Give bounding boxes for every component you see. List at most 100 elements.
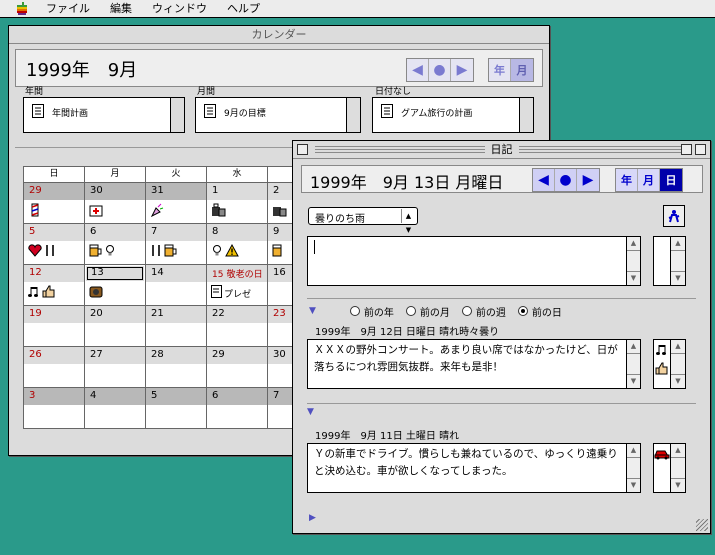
radio-prev-day[interactable]: 前の日	[517, 304, 562, 319]
scroll-up-icon[interactable]: ▲	[671, 444, 685, 458]
today-icon-scrollbar[interactable]: ▲ ▼	[670, 236, 686, 286]
day-cell[interactable]: 13	[85, 265, 146, 306]
day-cell[interactable]: 27	[85, 347, 146, 388]
radio-dot	[405, 306, 416, 316]
month-view-button[interactable]: 月	[511, 59, 533, 81]
zoom-box-icon[interactable]	[681, 144, 692, 155]
annual-plan-scrollbar[interactable]	[170, 98, 184, 132]
annual-plan-item[interactable]: 年間計画	[52, 106, 88, 119]
day-number: 5	[24, 224, 84, 241]
radio-prev-month[interactable]: 前の月	[405, 304, 450, 319]
day-cell[interactable]: 14	[146, 265, 207, 306]
menu-help[interactable]: ヘルプ	[217, 0, 270, 17]
menu-edit[interactable]: 編集	[100, 0, 142, 17]
today-entry-input[interactable]	[307, 236, 627, 286]
scroll-down-icon[interactable]: ▼	[671, 478, 685, 492]
disclosure-triangle-icon[interactable]: ▼	[309, 306, 316, 316]
day-number: 27	[85, 347, 145, 364]
weekday-label: 日	[24, 167, 85, 183]
menu-file[interactable]: ファイル	[36, 0, 100, 17]
monthly-plan-item[interactable]: 9月の目標	[224, 106, 266, 119]
day-cell[interactable]: 7	[146, 224, 207, 265]
prev-entry-2-icons[interactable]	[653, 443, 671, 493]
day-cell[interactable]: 4	[85, 388, 146, 429]
current-day-button[interactable]: ●	[555, 169, 577, 191]
menu-bar: ファイル 編集 ウィンドウ ヘルプ	[0, 0, 715, 18]
scroll-down-icon[interactable]: ▼	[671, 374, 685, 388]
scroll-up-icon[interactable]: ▲	[671, 237, 685, 251]
day-cell[interactable]: 20	[85, 306, 146, 347]
prev-entry-2-text[interactable]: Ｙの新車でドライブ。慣らしも兼ねているので、ゆっくり遠乗りと決め込む。車が欲しく…	[307, 443, 627, 493]
prev-entry-1-scrollbar[interactable]: ▲ ▼	[626, 339, 641, 389]
day-cell[interactable]: 1	[207, 183, 268, 224]
prev-month-button[interactable]: ◀	[407, 59, 429, 81]
disclosure-triangle-icon[interactable]: ▼	[307, 407, 314, 417]
day-cell[interactable]: 22	[207, 306, 268, 347]
undated-plan-item[interactable]: グアム旅行の計画	[401, 106, 472, 119]
prev-entry-1-icons[interactable]	[653, 339, 671, 389]
day-cell[interactable]: 15 敬老の日 プレゼ	[207, 265, 268, 306]
day-cell[interactable]: 19	[24, 306, 85, 347]
today-entry-scrollbar[interactable]: ▲ ▼	[626, 236, 641, 286]
day-cell[interactable]: 30	[85, 183, 146, 224]
document-icon	[381, 104, 393, 121]
scroll-down-icon[interactable]: ▼	[627, 478, 640, 492]
day-view-button[interactable]: 日	[660, 169, 682, 191]
day-cell[interactable]: 26	[24, 347, 85, 388]
day-number: 15 敬老の日	[207, 265, 267, 282]
scroll-up-icon[interactable]: ▲	[627, 237, 640, 251]
year-view-button[interactable]: 年	[616, 169, 638, 191]
resize-grip-icon[interactable]	[696, 519, 708, 531]
prev-entry-1-text[interactable]: ＸＸＸの野外コンサート。あまり良い席ではなかったけど、日が落ちるにつれ雰囲気抜群…	[307, 339, 627, 389]
day-cell[interactable]: 6	[85, 224, 146, 265]
music-note-icon	[656, 343, 668, 359]
collapse-box-icon[interactable]	[695, 144, 706, 155]
person-icon[interactable]	[663, 205, 685, 227]
month-view-button[interactable]: 月	[638, 169, 660, 191]
calendar-titlebar[interactable]: カレンダー	[9, 26, 549, 44]
day-cell[interactable]: 21	[146, 306, 207, 347]
day-cell[interactable]: 3	[24, 388, 85, 429]
scroll-down-icon[interactable]: ▼	[627, 374, 640, 388]
annual-plan-box[interactable]: 年間計画	[23, 97, 185, 133]
day-cell[interactable]: 8	[207, 224, 268, 265]
current-month-button[interactable]: ●	[429, 59, 451, 81]
scroll-down-icon[interactable]: ▼	[627, 271, 640, 285]
radio-prev-year[interactable]: 前の年	[349, 304, 394, 319]
day-cell[interactable]: 6	[207, 388, 268, 429]
diary-titlebar[interactable]: 日記	[293, 141, 710, 159]
day-cell[interactable]: 29	[207, 347, 268, 388]
weather-select[interactable]: 曇りのち雨 ▲ ▼	[308, 207, 418, 234]
calendar-header: 1999年 9月 ◀ ● ▶ 年 月	[15, 49, 543, 87]
undated-plan-box[interactable]: グアム旅行の計画	[372, 97, 534, 133]
day-cell[interactable]: 28	[146, 347, 207, 388]
text-cursor	[314, 240, 315, 254]
day-cell[interactable]: 12	[24, 265, 85, 306]
prev-entry-2-icon-scrollbar[interactable]: ▲ ▼	[670, 443, 686, 493]
scroll-up-icon[interactable]: ▲	[627, 444, 640, 458]
menu-window[interactable]: ウィンドウ	[142, 0, 217, 17]
radio-prev-week[interactable]: 前の週	[461, 304, 506, 319]
day-cell[interactable]: 5	[24, 224, 85, 265]
year-view-button[interactable]: 年	[489, 59, 511, 81]
day-cell[interactable]: 31	[146, 183, 207, 224]
close-box-icon[interactable]	[297, 144, 308, 155]
next-day-button[interactable]: ▶	[577, 169, 599, 191]
prev-entry-1-icon-scrollbar[interactable]: ▲ ▼	[670, 339, 686, 389]
collapsed-triangle-icon[interactable]: ▶	[309, 513, 316, 523]
scroll-up-icon[interactable]: ▲	[627, 340, 640, 354]
prev-entry-2-scrollbar[interactable]: ▲ ▼	[626, 443, 641, 493]
day-cell[interactable]: 29	[24, 183, 85, 224]
prev-day-button[interactable]: ◀	[533, 169, 555, 191]
next-month-button[interactable]: ▶	[451, 59, 473, 81]
monthly-plan-scrollbar[interactable]	[346, 98, 360, 132]
today-icon-column[interactable]	[653, 236, 671, 286]
undated-plan-scrollbar[interactable]	[519, 98, 533, 132]
scroll-up-icon[interactable]: ▲	[671, 340, 685, 354]
weekday-label: 月	[85, 167, 146, 183]
scroll-down-icon[interactable]: ▼	[671, 271, 685, 285]
day-cell[interactable]: 5	[146, 388, 207, 429]
apple-menu-icon[interactable]	[14, 1, 30, 17]
monthly-plan-box[interactable]: 9月の目標	[195, 97, 361, 133]
diary-window: 日記 1999年 9月 13日 月曜日 ◀ ● ▶ 年 月 日 曇りのち雨 ▲ ▼…	[292, 140, 711, 534]
